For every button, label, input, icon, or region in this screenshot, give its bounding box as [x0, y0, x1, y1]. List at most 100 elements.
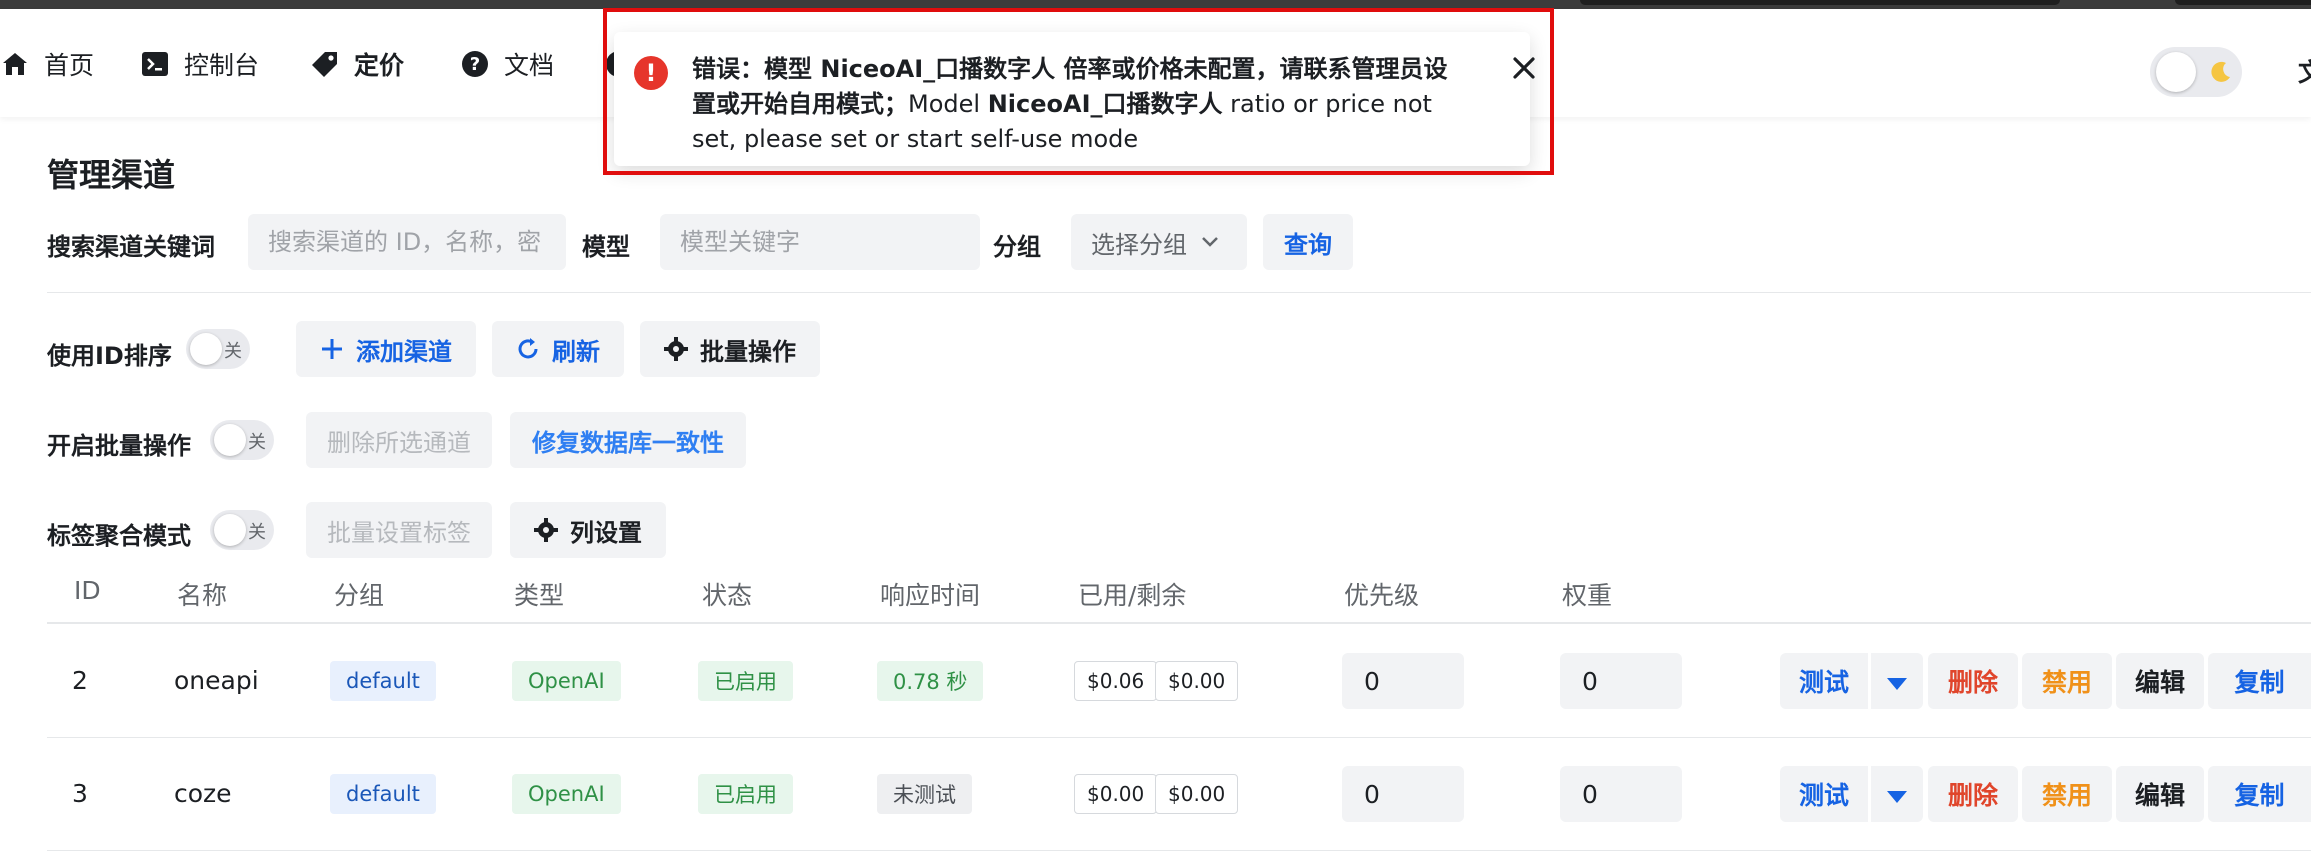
test-dropdown-button[interactable]	[1871, 766, 1923, 822]
row-name: oneapi	[174, 666, 259, 695]
caret-down-icon	[1887, 667, 1907, 696]
column-settings-button[interactable]: 列设置	[510, 502, 666, 558]
nav-home-label: 首页	[44, 51, 95, 80]
add-channel-button[interactable]: 添加渠道	[296, 321, 476, 377]
model-input[interactable]	[660, 214, 980, 270]
nav-home[interactable]: 首页	[0, 47, 94, 81]
toast-close-button[interactable]	[1506, 52, 1542, 88]
row-name: coze	[174, 779, 232, 808]
moon-icon	[2208, 59, 2234, 89]
batch-set-tag-button[interactable]: 批量设置标签	[306, 502, 492, 558]
theme-toggle-knob	[2156, 52, 2196, 92]
svg-text:?: ?	[470, 54, 480, 75]
error-toast: ! 错误：模型 NiceoAI_口播数字人 倍率或价格未配置，请联系管理员设置或…	[614, 32, 1535, 166]
weight-input[interactable]: 0	[1560, 766, 1682, 822]
column-header-weight: 权重	[1562, 581, 1613, 610]
switch-knob	[214, 514, 246, 546]
refresh-icon	[516, 337, 540, 361]
remaining-amount[interactable]: $0.00	[1155, 774, 1239, 814]
divider	[47, 292, 2311, 293]
search-keyword-input[interactable]	[248, 214, 566, 270]
row-id: 3	[72, 779, 88, 808]
refresh-label: 刷新	[552, 337, 600, 366]
error-icon: !	[634, 56, 668, 90]
switch-state: 关	[224, 341, 242, 362]
tag-mode-label: 标签聚合模式	[47, 522, 191, 550]
disable-button[interactable]: 禁用	[2022, 766, 2112, 822]
remaining-amount[interactable]: $0.00	[1155, 661, 1239, 701]
used-amount: $0.06	[1074, 661, 1158, 701]
column-header-type: 类型	[514, 581, 565, 610]
nav-docs-label: 文档	[504, 51, 555, 80]
nav-console-label: 控制台	[184, 51, 260, 80]
nav-console[interactable]: 控制台	[140, 47, 259, 81]
row-divider	[47, 737, 2311, 738]
copy-button[interactable]: 复制	[2208, 653, 2311, 709]
gear-icon	[534, 518, 558, 542]
model-label: 模型	[582, 233, 630, 261]
error-message: 错误：模型 NiceoAI_口播数字人 倍率或价格未配置，请联系管理员设置或开始…	[692, 52, 1452, 157]
disable-button[interactable]: 禁用	[2022, 653, 2112, 709]
edit-button[interactable]: 编辑	[2116, 766, 2204, 822]
type-tag: OpenAI	[512, 661, 621, 701]
switch-state: 关	[248, 432, 266, 453]
batch-operation-label: 批量操作	[700, 337, 796, 366]
column-header-group: 分组	[334, 581, 385, 610]
sort-by-id-label: 使用ID排序	[47, 342, 172, 370]
fix-database-button[interactable]: 修复数据库一致性	[510, 412, 746, 468]
table-header-divider	[47, 622, 2311, 624]
browser-top-strip	[0, 0, 2311, 9]
browser-tab-shape	[2175, 0, 2311, 5]
response-time-badge[interactable]: 0.78 秒	[877, 661, 984, 701]
test-button[interactable]: 测试	[1780, 766, 1868, 822]
delete-selected-button[interactable]: 删除所选通道	[306, 412, 492, 468]
tag-mode-switch[interactable]: 关	[210, 510, 274, 550]
status-badge: 已启用	[698, 774, 793, 814]
column-settings-label: 列设置	[570, 518, 642, 547]
error-message-en: Model	[908, 90, 988, 118]
switch-knob	[214, 424, 246, 456]
chevron-down-icon	[1201, 236, 1219, 248]
group-tag: default	[330, 774, 436, 814]
weight-input[interactable]: 0	[1560, 653, 1682, 709]
delete-button[interactable]: 删除	[1928, 766, 2018, 822]
nav-pricing[interactable]: 定价	[310, 47, 404, 81]
batch-operation-button[interactable]: 批量操作	[640, 321, 820, 377]
copy-button[interactable]: 复制	[2208, 766, 2311, 822]
help-circle-icon: ?	[460, 49, 490, 79]
sort-by-id-switch[interactable]: 关	[186, 329, 250, 369]
search-keyword-label: 搜索渠道关键词	[47, 233, 215, 261]
nav-pricing-label: 定价	[354, 51, 405, 80]
type-tag: OpenAI	[512, 774, 621, 814]
page-title: 管理渠道	[47, 156, 176, 194]
plus-icon	[320, 337, 344, 361]
close-icon	[1512, 56, 1536, 84]
test-dropdown-button[interactable]	[1871, 653, 1923, 709]
caret-down-icon	[1887, 780, 1907, 809]
price-tag-icon	[310, 49, 340, 79]
error-message-model: NiceoAI_口播数字人	[987, 90, 1223, 118]
test-button[interactable]: 测试	[1780, 653, 1868, 709]
priority-input[interactable]: 0	[1342, 766, 1464, 822]
browser-tab-shape	[1580, 0, 2060, 5]
column-header-used-remaining: 已用/剩余	[1078, 581, 1187, 610]
column-header-id: ID	[74, 576, 101, 605]
refresh-button[interactable]: 刷新	[492, 321, 624, 377]
nav-docs[interactable]: ? 文档	[460, 47, 554, 81]
group-tag: default	[330, 661, 436, 701]
theme-toggle[interactable]	[2150, 47, 2242, 97]
group-select[interactable]: 选择分组	[1071, 214, 1247, 270]
batch-mode-switch[interactable]: 关	[210, 420, 274, 460]
used-amount: $0.00	[1074, 774, 1158, 814]
response-time-badge[interactable]: 未测试	[877, 774, 972, 814]
gear-icon	[664, 337, 688, 361]
batch-mode-label: 开启批量操作	[47, 432, 191, 460]
delete-button[interactable]: 删除	[1928, 653, 2018, 709]
priority-input[interactable]: 0	[1342, 653, 1464, 709]
group-label: 分组	[993, 233, 1041, 261]
language-switch[interactable]: 文	[2298, 53, 2311, 89]
query-button[interactable]: 查询	[1263, 214, 1353, 270]
terminal-icon	[140, 49, 170, 79]
edit-button[interactable]: 编辑	[2116, 653, 2204, 709]
add-channel-label: 添加渠道	[356, 337, 452, 366]
